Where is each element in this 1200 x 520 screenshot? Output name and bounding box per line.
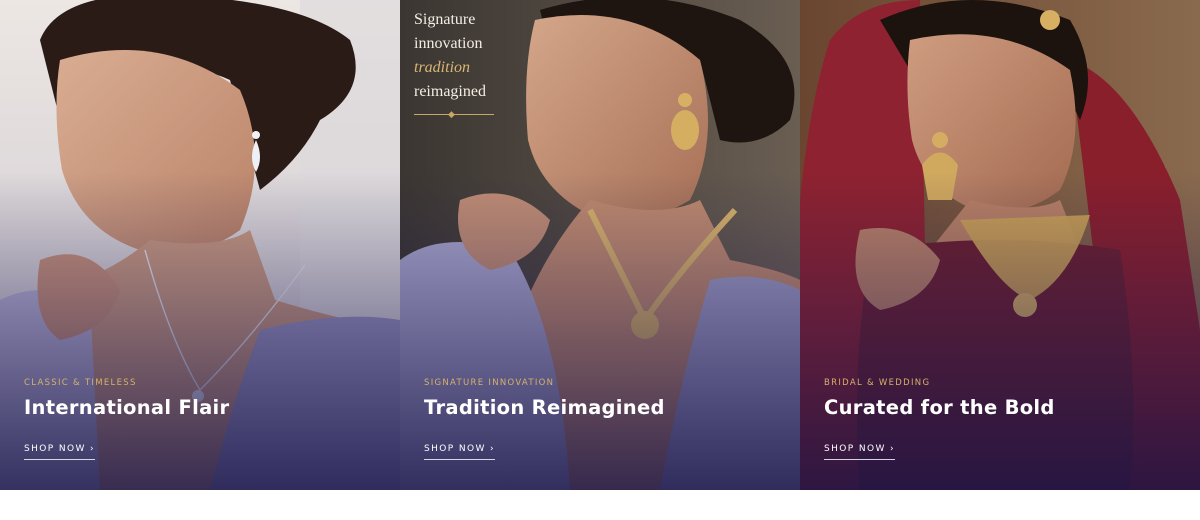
badge-line: reimagined [414,83,486,100]
card-caption: CLASSIC & TIMELESS International Flair S… [24,378,384,460]
collection-title: International Flair [24,396,230,419]
card-caption: SIGNATURE INNOVATION Tradition Reimagine… [424,378,784,460]
signature-innovation-badge: Signature innovation tradition reimagine… [414,8,504,119]
collection-card-bridal[interactable]: BRIDAL & WEDDING Curated for the Bold SH… [800,0,1200,490]
diamond-ornament-icon: ◆ [448,109,455,119]
badge-line: innovation [414,35,483,52]
badge-line: Signature [414,11,476,28]
collection-eyebrow: SIGNATURE INNOVATION [424,378,555,388]
shop-now-link[interactable]: SHOP NOW › [424,444,496,460]
badge-line-accent: tradition [414,59,471,76]
collection-banner-row: CLASSIC & TIMELESS International Flair S… [0,0,1200,490]
collection-card-classic[interactable]: CLASSIC & TIMELESS International Flair S… [0,0,400,490]
collection-eyebrow: CLASSIC & TIMELESS [24,378,137,388]
shop-now-link[interactable]: SHOP NOW › [824,444,896,460]
shop-now-link[interactable]: SHOP NOW › [24,444,96,460]
collection-title: Curated for the Bold [824,396,1055,419]
collection-title: Tradition Reimagined [424,396,665,419]
collection-eyebrow: BRIDAL & WEDDING [824,378,931,388]
card-caption: BRIDAL & WEDDING Curated for the Bold SH… [824,378,1184,460]
